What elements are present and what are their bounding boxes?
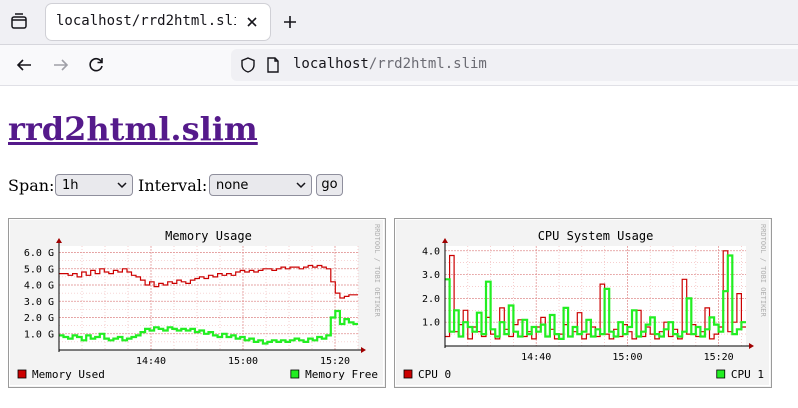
x-tick-label: 15:00 [228,356,258,367]
chevron-down-icon [117,182,127,189]
span-select-value: 1h [62,178,79,193]
tab-title: localhost/rrd2html.slim [56,13,236,29]
go-button[interactable]: go [316,174,343,196]
close-icon [247,17,257,27]
address-bar[interactable]: localhost/rrd2html.slim [231,49,798,81]
y-tick-label: 4.0 [422,246,440,257]
x-tick-label: 15:00 [612,352,642,363]
plus-icon [284,16,296,28]
forward-arrow-icon [54,59,69,71]
chart-watermark: RRDTOOL / TOBI OETIKER [759,224,767,318]
navigation-bar: localhost/rrd2html.slim [0,45,798,86]
y-tick-label: 2.0 [422,294,440,305]
legend-swatch [403,369,413,379]
back-button[interactable] [13,54,35,76]
legend-swatch [17,369,27,379]
legend-label: Memory Used [32,368,105,381]
legend-swatch [290,369,300,379]
y-tick-label: 2.0 G [24,313,54,324]
chart-title: Memory Usage [165,229,252,243]
shield-icon[interactable] [239,56,257,74]
cpu-usage-graph[interactable]: CPU System Usage RRDTOOL / TOBI OETIKER 4.… [394,218,772,388]
span-select[interactable]: 1h [55,174,133,196]
y-tick-label: 3.0 G [24,297,54,308]
page-content: rrd2html.slim Span: 1h Interval: none go… [0,86,798,408]
y-tick-label: 1.0 G [24,329,54,340]
legend-label: CPU 1 [731,368,764,381]
x-tick-label: 14:40 [521,352,551,363]
x-tick-label: 14:40 [136,356,166,367]
reload-button[interactable] [85,54,107,76]
page-title-link[interactable]: rrd2html.slim [8,110,258,148]
interval-select-value: none [216,178,249,193]
tab-list-icon [11,13,27,29]
memory-usage-chart: Memory Usage RRDTOOL / TOBI OETIKER 6.0 G 5… [8,218,386,388]
legend-swatch [716,369,726,379]
chart-watermark: RRDTOOL / TOBI OETIKER [373,224,381,318]
memory-usage-graph[interactable]: Memory Usage RRDTOOL / TOBI OETIKER 6.0 G 5… [8,218,386,388]
span-label: Span: [8,176,55,195]
y-tick-label: 6.0 G [24,248,54,259]
y-tick-label: 1.0 [422,318,440,329]
chevron-down-icon [296,182,306,189]
x-tick-label: 15:20 [320,356,350,367]
chart-title: CPU System Usage [538,229,654,243]
legend-label: Memory Free [305,368,378,381]
url-path: /rrd2html.slim [368,56,487,72]
forward-button[interactable] [50,54,72,76]
tab-list-button[interactable] [8,10,30,32]
url-text[interactable]: localhost/rrd2html.slim [293,56,487,72]
page-icon[interactable] [265,56,281,74]
tab-strip: localhost/rrd2html.slim [0,0,798,45]
new-tab-button[interactable] [279,11,301,33]
interval-label: Interval: [138,176,208,195]
interval-select[interactable]: none [209,174,312,196]
reload-icon [89,57,103,72]
url-host: localhost [293,56,369,72]
y-tick-label: 5.0 G [24,264,54,275]
y-tick-label: 4.0 G [24,281,54,292]
browser-tab[interactable]: localhost/rrd2html.slim [46,4,270,40]
back-arrow-icon [16,59,31,71]
y-tick-label: 3.0 [422,270,440,281]
cpu-usage-chart: CPU System Usage RRDTOOL / TOBI OETIKER 4.… [394,218,772,388]
legend-label: CPU 0 [418,368,451,381]
tab-close-button[interactable] [242,12,262,32]
x-tick-label: 15:20 [704,352,734,363]
